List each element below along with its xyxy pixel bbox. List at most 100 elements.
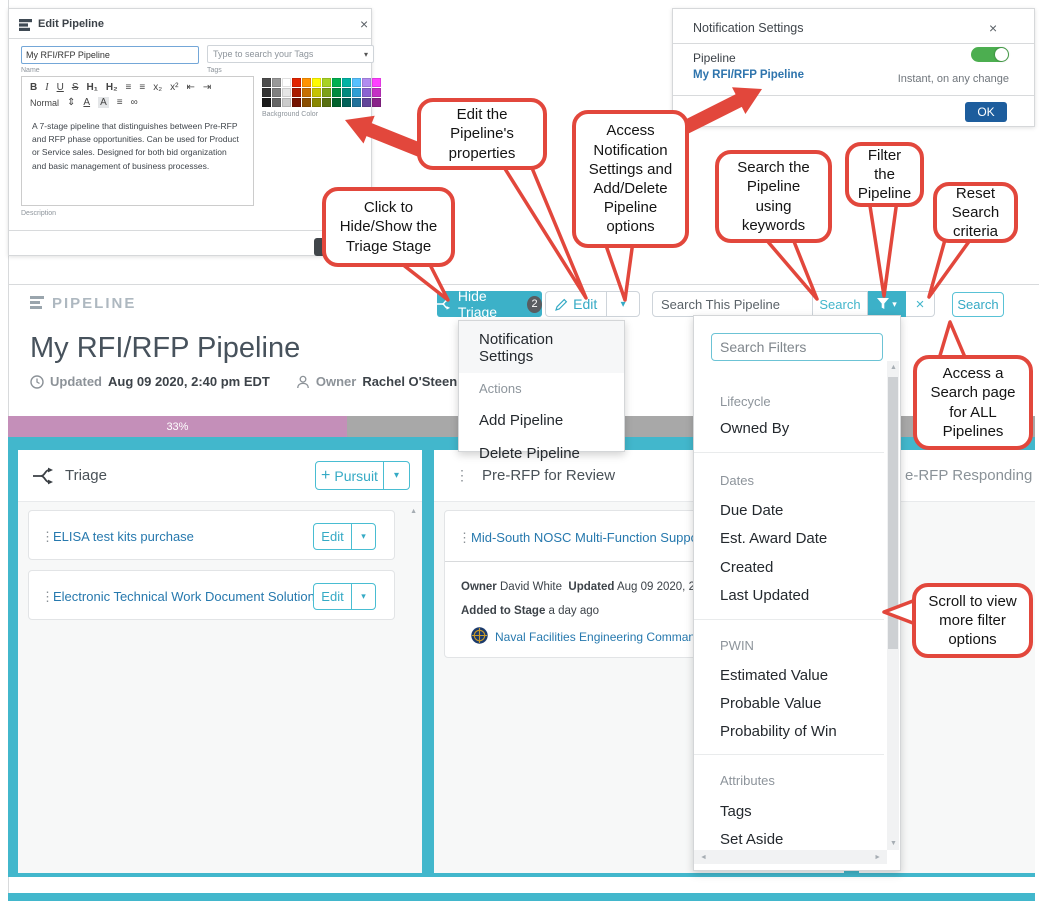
scrollbar-thumb[interactable] (888, 377, 898, 649)
close-icon[interactable]: × (360, 16, 368, 32)
pursuit-title-link[interactable]: Electronic Technical Work Document Solut… (53, 589, 315, 604)
add-pursuit-button[interactable]: + Pursuit (316, 462, 383, 489)
color-swatch[interactable] (342, 78, 351, 87)
color-swatch[interactable] (262, 98, 271, 107)
scroll-up-icon[interactable]: ▲ (890, 364, 897, 371)
filter-item-last-updated[interactable]: Last Updated (720, 587, 809, 604)
bold-icon[interactable]: B (30, 82, 37, 93)
color-swatch[interactable] (332, 88, 341, 97)
scroll-right-icon[interactable]: ► (874, 854, 881, 861)
pipeline-search-input[interactable] (652, 291, 813, 317)
color-swatch[interactable] (332, 78, 341, 87)
filter-horizontal-scrollbar[interactable]: ◄ ► (694, 850, 887, 864)
color-swatch[interactable] (282, 78, 291, 87)
color-swatch[interactable] (322, 88, 331, 97)
pipeline-name-input[interactable] (21, 46, 199, 64)
color-swatch[interactable] (312, 88, 321, 97)
filter-item-tags[interactable]: Tags (720, 803, 752, 820)
color-swatch[interactable] (282, 98, 291, 107)
color-swatch[interactable] (362, 88, 371, 97)
scroll-left-icon[interactable]: ◄ (700, 854, 707, 861)
pursuit-caret-button[interactable]: ▾ (384, 462, 409, 489)
pipeline-name-link[interactable]: My RFI/RFP Pipeline (693, 69, 804, 81)
color-swatch[interactable] (352, 98, 361, 107)
paragraph-style-select[interactable]: Normal (30, 98, 59, 108)
edit-menu-caret-button[interactable]: ▾ (607, 292, 639, 316)
background-color-palette[interactable] (262, 78, 381, 107)
align-icon[interactable]: ≡ (117, 97, 123, 108)
italic-icon[interactable]: I (45, 82, 48, 93)
color-swatch[interactable] (272, 88, 281, 97)
superscript-icon[interactable]: x² (170, 82, 178, 93)
color-swatch[interactable] (312, 78, 321, 87)
reset-search-button[interactable]: × (906, 291, 935, 317)
filter-item-due-date[interactable]: Due Date (720, 502, 783, 519)
drag-handle-icon[interactable]: ⋮ (458, 530, 471, 546)
color-swatch[interactable] (292, 88, 301, 97)
color-swatch[interactable] (292, 98, 301, 107)
color-swatch[interactable] (272, 98, 281, 107)
pursuit-card[interactable]: ⋮ Electronic Technical Work Document Sol… (28, 570, 395, 620)
card-caret-button[interactable]: ▾ (352, 584, 375, 609)
pipeline-search-button[interactable]: Search (813, 291, 868, 317)
subscript-icon[interactable]: x₂ (153, 82, 162, 93)
color-swatch[interactable] (342, 98, 351, 107)
filter-item-probability-of-win[interactable]: Probability of Win (720, 723, 837, 740)
filter-button[interactable]: ▾ (868, 291, 906, 317)
scroll-down-icon[interactable]: ▼ (890, 840, 897, 847)
color-swatch[interactable] (342, 88, 351, 97)
indent-icon[interactable]: ⇥ (203, 82, 211, 93)
color-swatch[interactable] (322, 98, 331, 107)
color-swatch[interactable] (302, 98, 311, 107)
menu-item-delete-pipeline[interactable]: Delete Pipeline (459, 437, 624, 470)
filter-item-estimated-value[interactable]: Estimated Value (720, 667, 828, 684)
header1-icon[interactable]: H₁ (86, 82, 97, 93)
color-swatch[interactable] (272, 78, 281, 87)
text-color-icon[interactable]: A (83, 97, 90, 108)
color-swatch[interactable] (362, 98, 371, 107)
bullet-list-icon[interactable]: ≡ (139, 82, 145, 93)
pursuit-card[interactable]: ⋮ ELISA test kits purchase Edit ▾ (28, 510, 395, 560)
filter-item-created[interactable]: Created (720, 559, 773, 576)
filter-item-owned-by[interactable]: Owned By (720, 420, 789, 437)
color-swatch[interactable] (352, 88, 361, 97)
color-swatch[interactable] (362, 78, 371, 87)
color-swatch[interactable] (262, 78, 271, 87)
color-swatch[interactable] (302, 78, 311, 87)
color-swatch[interactable] (372, 78, 381, 87)
card-caret-button[interactable]: ▾ (352, 524, 375, 549)
description-editor[interactable]: B I U S H₁ H₂ ≡ ≡ x₂ x² ⇤ ⇥ Normal ⇕ A A… (21, 76, 254, 206)
ok-button[interactable]: OK (965, 102, 1007, 122)
color-swatch[interactable] (282, 88, 291, 97)
style-caret-icon[interactable]: ⇕ (67, 97, 75, 108)
color-swatch[interactable] (352, 78, 361, 87)
card-edit-button[interactable]: Edit (314, 584, 351, 609)
hide-triage-button[interactable]: Hide Triage 2 (437, 288, 542, 320)
filter-search-input[interactable] (711, 333, 883, 361)
global-search-button[interactable]: Search (952, 292, 1004, 317)
color-swatch[interactable] (332, 98, 341, 107)
notification-toggle[interactable] (971, 47, 1009, 62)
color-swatch[interactable] (302, 88, 311, 97)
color-swatch[interactable] (262, 88, 271, 97)
tags-select[interactable]: Type to search your Tags ▾ (207, 45, 374, 63)
filter-vertical-scrollbar[interactable]: ▲ ▼ (887, 361, 899, 850)
filter-item-est-award-date[interactable]: Est. Award Date (720, 530, 827, 547)
filter-item-set-aside[interactable]: Set Aside (720, 831, 783, 848)
link-icon[interactable]: ∞ (131, 97, 138, 108)
highlight-color-icon[interactable]: A (98, 97, 109, 108)
outdent-icon[interactable]: ⇤ (186, 82, 194, 93)
pursuit-title-link[interactable]: ELISA test kits purchase (53, 529, 194, 544)
color-swatch[interactable] (372, 98, 381, 107)
scroll-up-icon[interactable]: ▲ (410, 508, 417, 515)
close-icon[interactable]: × (989, 20, 997, 36)
color-swatch[interactable] (322, 78, 331, 87)
underline-icon[interactable]: U (57, 82, 64, 93)
filter-item-probable-value[interactable]: Probable Value (720, 695, 821, 712)
card-edit-button[interactable]: Edit (314, 524, 351, 549)
menu-item-add-pipeline[interactable]: Add Pipeline (459, 404, 624, 437)
color-swatch[interactable] (292, 78, 301, 87)
strikethrough-icon[interactable]: S (72, 82, 79, 93)
edit-button[interactable]: Edit (546, 292, 606, 316)
pursuit-title-link[interactable]: Mid-South NOSC Multi-Function Support S (471, 530, 718, 545)
